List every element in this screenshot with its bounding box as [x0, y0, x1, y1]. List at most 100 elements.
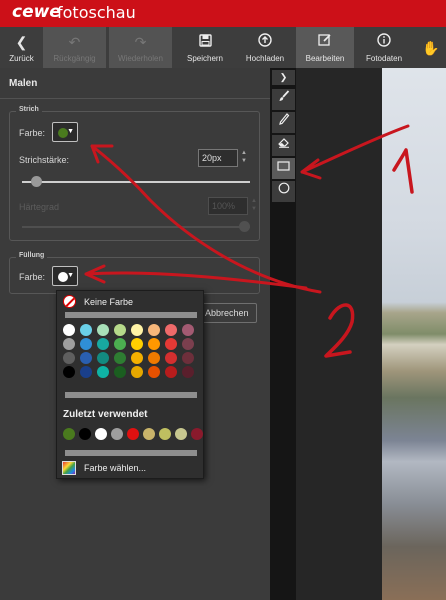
- back-label: Zurück: [9, 54, 34, 63]
- brush-icon[interactable]: [272, 89, 295, 110]
- upload-label: Hochladen: [245, 54, 285, 63]
- recent-color-swatch[interactable]: [111, 428, 123, 440]
- stroke-color-button[interactable]: ▼: [52, 122, 78, 142]
- save-button[interactable]: Speichern: [176, 27, 234, 68]
- stroke-section-label: Strich: [16, 106, 42, 113]
- save-label: Speichern: [186, 54, 224, 63]
- redo-label: Wiederholen: [118, 54, 163, 63]
- hand-tool-button[interactable]: ✋: [416, 27, 446, 68]
- palette-color-swatch[interactable]: [148, 338, 160, 350]
- chevron-left-icon: ❮: [15, 34, 28, 50]
- palette-color-swatch[interactable]: [80, 366, 92, 378]
- fill-section-label: Füllung: [16, 252, 48, 259]
- recent-color-swatch[interactable]: [63, 428, 75, 440]
- recent-color-swatch[interactable]: [191, 428, 203, 440]
- palette-color-swatch[interactable]: [97, 366, 109, 378]
- stroke-width-input[interactable]: 20px: [198, 149, 238, 167]
- palette-color-swatch[interactable]: [148, 366, 160, 378]
- no-color-icon: [63, 295, 76, 308]
- color-palette-grid: [63, 324, 194, 378]
- rectangle-icon[interactable]: [272, 158, 295, 179]
- palette-color-swatch[interactable]: [131, 366, 143, 378]
- choose-color-label: Farbe wählen...: [84, 463, 147, 473]
- main-toolbar: ❮ Zurück ↶ Rückgängig ↷ Wiederholen Spei…: [0, 27, 446, 68]
- stroke-width-slider-knob[interactable]: [30, 176, 42, 187]
- redo-button[interactable]: ↷ Wiederholen: [109, 27, 172, 68]
- palette-color-swatch[interactable]: [97, 352, 109, 364]
- recent-color-swatch[interactable]: [159, 428, 171, 440]
- stroke-width-slider[interactable]: [22, 181, 250, 183]
- palette-color-swatch[interactable]: [182, 352, 194, 364]
- palette-color-swatch[interactable]: [165, 338, 177, 350]
- palette-color-swatch[interactable]: [114, 338, 126, 350]
- recent-color-swatch[interactable]: [175, 428, 187, 440]
- photodata-button[interactable]: Fotodaten: [356, 27, 412, 68]
- popup-divider: [65, 450, 197, 456]
- recent-color-swatch[interactable]: [127, 428, 139, 440]
- upload-button[interactable]: Hochladen: [236, 27, 294, 68]
- palette-color-swatch[interactable]: [148, 352, 160, 364]
- back-button[interactable]: ❮ Zurück: [0, 27, 43, 68]
- hardness-slider-knob[interactable]: [239, 221, 250, 232]
- stroke-width-spinner[interactable]: ▲ ▼: [239, 149, 249, 167]
- panel-title: Malen: [9, 78, 38, 89]
- pencil-icon[interactable]: [272, 112, 295, 133]
- palette-color-swatch[interactable]: [165, 366, 177, 378]
- recent-color-swatch[interactable]: [79, 428, 91, 440]
- panel-divider: [0, 98, 270, 99]
- palette-color-swatch[interactable]: [148, 324, 160, 336]
- palette-color-swatch[interactable]: [131, 324, 143, 336]
- edit-icon: [318, 33, 332, 49]
- edit-label: Bearbeiten: [305, 54, 345, 63]
- hardness-spinner[interactable]: ▲ ▼: [249, 197, 259, 215]
- palette-color-swatch[interactable]: [182, 338, 194, 350]
- hardness-label: Härtegrad: [19, 202, 60, 212]
- popup-divider: [65, 312, 197, 318]
- recent-color-swatch[interactable]: [95, 428, 107, 440]
- palette-color-swatch[interactable]: [80, 338, 92, 350]
- recent-colors-row: [63, 428, 203, 440]
- info-icon: [377, 33, 391, 49]
- palette-color-swatch[interactable]: [131, 338, 143, 350]
- palette-color-swatch[interactable]: [63, 324, 75, 336]
- caret-down-icon: ▼: [67, 272, 74, 279]
- palette-color-swatch[interactable]: [63, 338, 75, 350]
- no-color-label: Keine Farbe: [84, 296, 134, 307]
- edit-button[interactable]: Bearbeiten: [296, 27, 354, 68]
- tool-rail: ❯: [270, 68, 296, 600]
- expand-icon[interactable]: ❯: [272, 70, 295, 85]
- fill-color-label: Farbe:: [19, 272, 46, 282]
- palette-color-swatch[interactable]: [165, 352, 177, 364]
- choose-color-option[interactable]: Farbe wählen...: [62, 461, 146, 475]
- app-title: fotoschau: [57, 3, 136, 22]
- palette-color-swatch[interactable]: [114, 352, 126, 364]
- palette-color-swatch[interactable]: [114, 324, 126, 336]
- palette-color-swatch[interactable]: [80, 352, 92, 364]
- eraser-icon[interactable]: [272, 135, 295, 156]
- title-bar: cewe fotoschau: [0, 0, 446, 27]
- hardness-input[interactable]: 100%: [208, 197, 248, 215]
- stroke-color-label: Farbe:: [19, 128, 46, 138]
- hardness-slider[interactable]: [22, 226, 250, 228]
- palette-color-swatch[interactable]: [80, 324, 92, 336]
- palette-color-swatch[interactable]: [182, 324, 194, 336]
- photo-canvas[interactable]: [296, 68, 446, 600]
- undo-label: Rückgängig: [53, 54, 96, 63]
- palette-color-swatch[interactable]: [114, 366, 126, 378]
- redo-icon: ↷: [134, 34, 147, 50]
- palette-color-swatch[interactable]: [63, 352, 75, 364]
- palette-color-swatch[interactable]: [97, 338, 109, 350]
- no-color-option[interactable]: Keine Farbe: [63, 295, 133, 308]
- recent-color-swatch[interactable]: [143, 428, 155, 440]
- caret-down-icon: ▼: [67, 128, 74, 135]
- undo-button[interactable]: ↶ Rückgängig: [43, 27, 106, 68]
- fill-color-button[interactable]: ▼: [52, 266, 78, 286]
- palette-color-swatch[interactable]: [63, 366, 75, 378]
- palette-color-swatch[interactable]: [165, 324, 177, 336]
- cancel-button[interactable]: Abbrechen: [196, 303, 257, 323]
- undo-icon: ↶: [68, 34, 81, 50]
- ellipse-icon[interactable]: [272, 181, 295, 202]
- palette-color-swatch[interactable]: [131, 352, 143, 364]
- palette-color-swatch[interactable]: [182, 366, 194, 378]
- palette-color-swatch[interactable]: [97, 324, 109, 336]
